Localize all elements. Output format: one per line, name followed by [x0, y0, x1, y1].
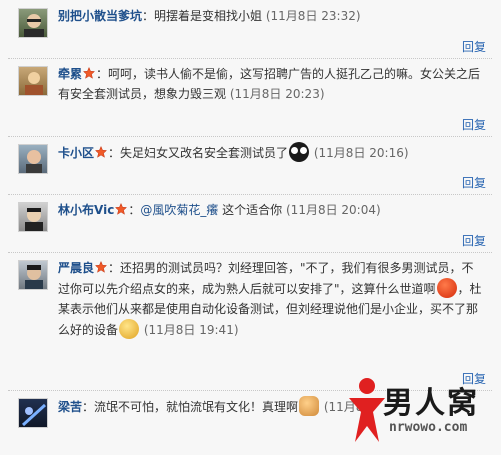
owl-emoticon-icon: [289, 142, 310, 162]
watermark-logo: 男人窝 nrwowo.com: [343, 374, 493, 449]
vip-star-icon: [95, 261, 108, 273]
comment-time: (11月8日 23:32): [265, 9, 361, 23]
tired-emoticon-icon: [119, 319, 140, 339]
reply-link[interactable]: 回复: [462, 232, 486, 249]
commenter-name[interactable]: 牵累: [58, 67, 82, 81]
avatar-image: [25, 265, 43, 289]
mention-link[interactable]: @風吹菊花_癢: [140, 203, 218, 217]
comment-text: ：明摆着是变相找小姐: [142, 9, 263, 23]
watermark-text: 男人窝: [383, 386, 479, 421]
commenter-name[interactable]: 卡小区: [58, 146, 94, 160]
watermark-url: nrwowo.com: [389, 420, 468, 435]
comment-text: ：还招男的测试员吗？刘经理回答，"不了，我们有很多男测试员，不过你可以先介绍点女…: [58, 261, 474, 296]
comment-time: (11月8日 20:16): [313, 146, 409, 160]
avatar-image: [24, 14, 44, 37]
avatar[interactable]: [18, 8, 48, 38]
avatar[interactable]: [18, 144, 48, 174]
vip-star-icon: [115, 203, 128, 215]
reply-link[interactable]: 回复: [462, 38, 486, 55]
thumbs-up-emoticon-icon: [299, 396, 320, 416]
comment-time: (11月8日 20:23): [229, 87, 325, 101]
avatar-image: [25, 208, 43, 231]
commenter-name[interactable]: 严晨良: [58, 261, 94, 275]
comment-item: 林小布Vic ：@風吹菊花_癢 这个适合你 (11月8日 20:04) 回复: [8, 194, 492, 253]
avatar[interactable]: [18, 202, 48, 232]
comment-text: ：失足妇女又改名安全套测试员了: [108, 146, 289, 160]
avatar-image: [21, 403, 47, 427]
reply-link[interactable]: 回复: [462, 116, 486, 133]
avatar[interactable]: [18, 398, 48, 428]
reply-link[interactable]: 回复: [462, 174, 486, 191]
commenter-name[interactable]: 别把小散当爹坑: [58, 9, 142, 23]
vip-star-icon: [83, 67, 96, 79]
avatar[interactable]: [18, 260, 48, 290]
commenter-name[interactable]: 梁苦: [58, 400, 82, 414]
avatar[interactable]: [18, 66, 48, 96]
comment-item: 牵累 ：呵呵，读书人偷不是偷，这写招聘广告的人挺孔乙己的嘛。女公关之后有安全套测试…: [8, 58, 492, 137]
comment-text: 这个适合你: [218, 203, 283, 217]
comment-time: (11月8日 20:04): [286, 203, 381, 217]
comment-text: ：流氓不可怕，就怕流氓有文化！真理啊: [82, 400, 299, 414]
comment-item: 别把小散当爹坑：明摆着是变相找小姐 (11月8日 23:32) 回复: [8, 0, 492, 59]
vip-star-icon: [95, 146, 108, 158]
commenter-name[interactable]: 林小布Vic: [58, 203, 114, 217]
avatar-image: [25, 72, 43, 95]
avatar-image: [26, 150, 42, 173]
comment-item: 卡小区 ：失足妇女又改名安全套测试员了 (11月8日 20:16) 回复: [8, 136, 492, 195]
watermark-figure-icon: [349, 378, 385, 442]
angry-emoticon-icon: [436, 278, 457, 298]
comment-time: (11月8日 19:41): [143, 323, 239, 337]
comment-item: 严晨良 ：还招男的测试员吗？刘经理回答，"不了，我们有很多男测试员，不过你可以先介…: [8, 252, 492, 391]
